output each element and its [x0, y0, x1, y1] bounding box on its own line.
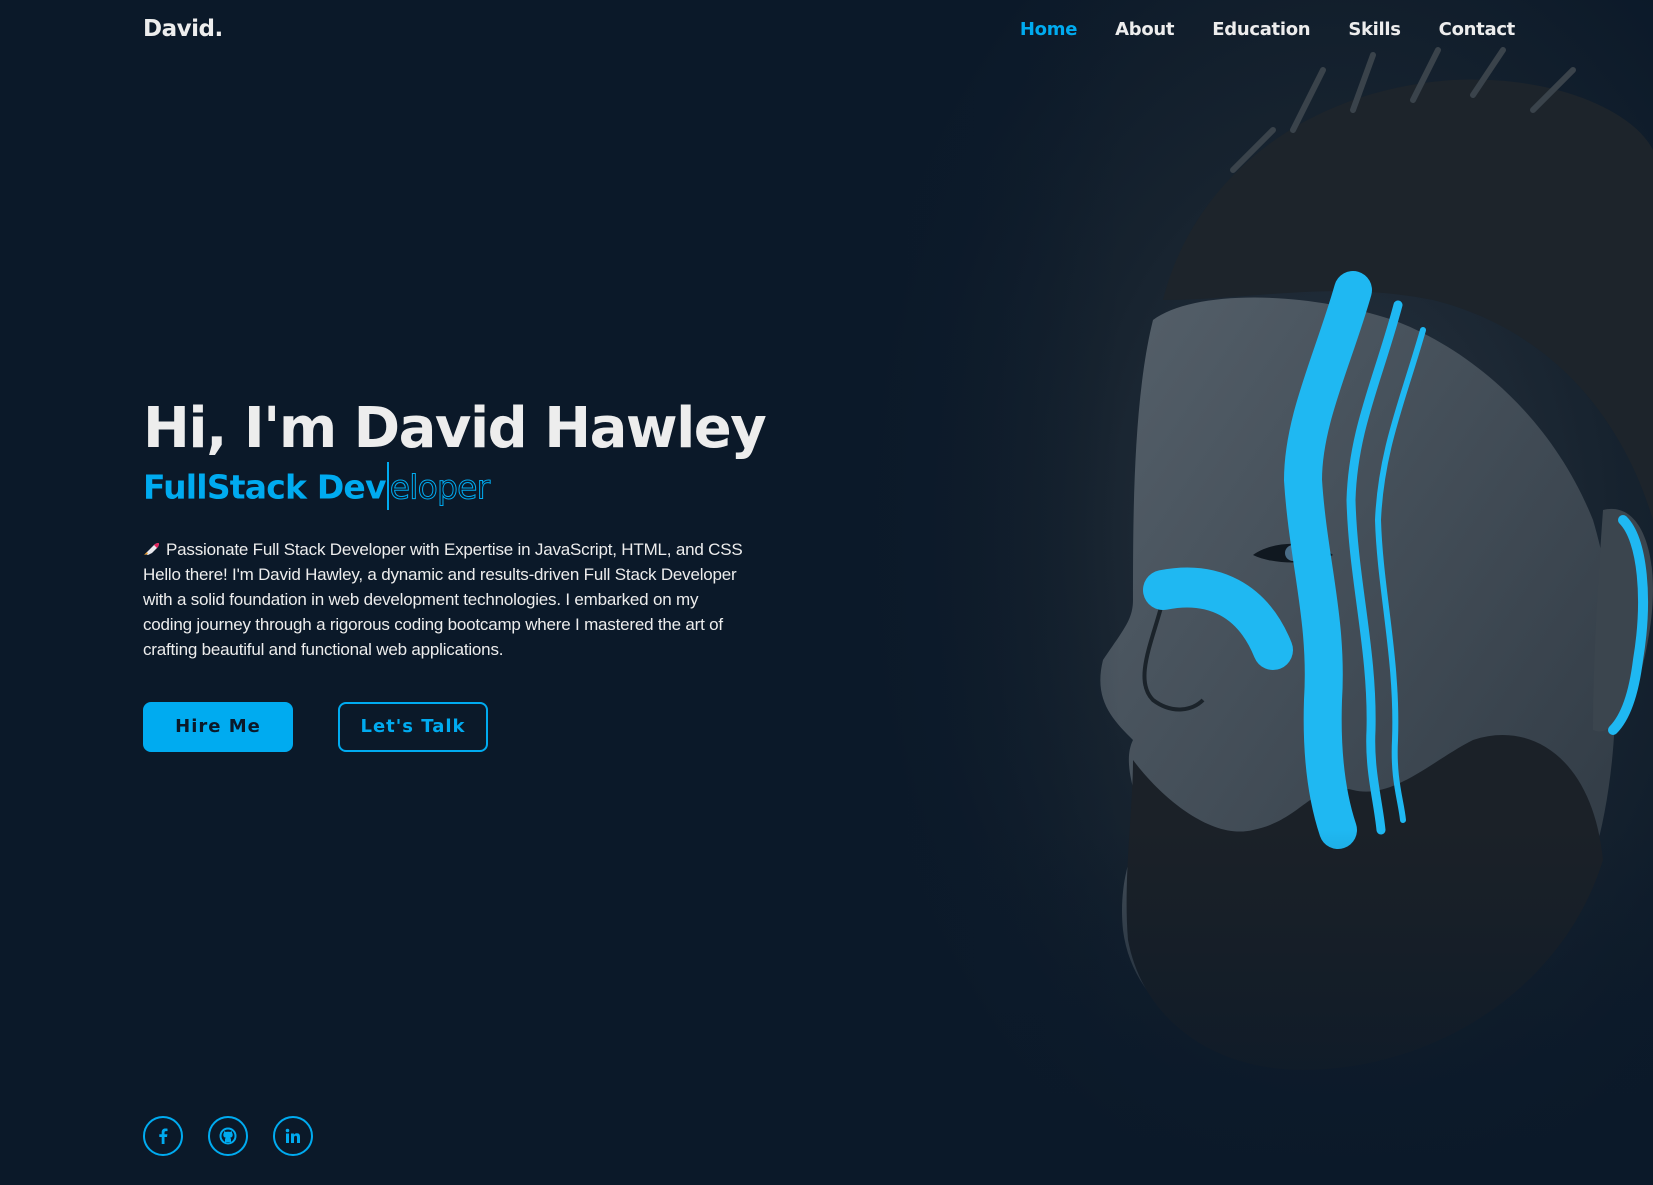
facebook-icon[interactable] [143, 1116, 183, 1156]
role-typed-text: FullStack Dev [143, 467, 387, 507]
hero-portrait-image [833, 0, 1653, 1185]
hero-buttons: Hire Me Let's Talk [143, 701, 763, 752]
hero-description: Passionate Full Stack Developer with Exp… [143, 537, 743, 662]
nav-item-about[interactable]: About [1115, 19, 1174, 40]
social-links [143, 1116, 313, 1156]
rocket-icon [144, 542, 159, 555]
site-logo[interactable]: David. [143, 16, 223, 42]
typing-cursor [386, 461, 389, 510]
portfolio-page: David. Home About Education Skills Conta… [0, 0, 1653, 1185]
nav-item-skills[interactable]: Skills [1348, 19, 1401, 40]
hire-me-button[interactable]: Hire Me [143, 701, 293, 752]
main-nav: Home About Education Skills Contact [1020, 19, 1515, 40]
hero-role-typewriter: FullStack Dev eloper [143, 461, 763, 515]
nav-item-education[interactable]: Education [1212, 19, 1310, 40]
hero-description-text: Passionate Full Stack Developer with Exp… [143, 539, 743, 659]
role-remaining-text: eloper [389, 467, 490, 507]
site-header: David. Home About Education Skills Conta… [0, 0, 1653, 58]
github-icon[interactable] [208, 1116, 248, 1156]
hero-section: Hi, I'm David Hawley FullStack Dev eloper… [143, 396, 767, 752]
linkedin-icon[interactable] [273, 1116, 313, 1156]
nav-item-home[interactable]: Home [1020, 19, 1078, 40]
hero-heading: Hi, I'm David Hawley [143, 396, 767, 461]
nav-item-contact[interactable]: Contact [1439, 19, 1516, 40]
lets-talk-button[interactable]: Let's Talk [338, 701, 488, 752]
